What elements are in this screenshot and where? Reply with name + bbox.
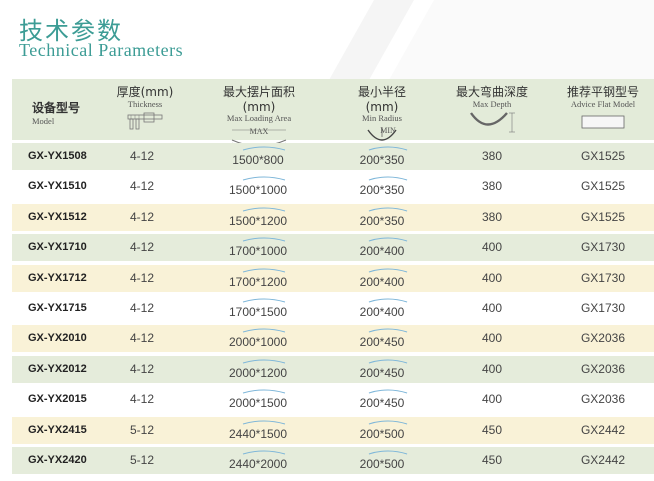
curve-decoration — [368, 420, 408, 424]
curve-decoration — [368, 176, 408, 181]
model-cell: GX-YX1510 — [28, 180, 87, 193]
curve-decoration — [368, 328, 408, 333]
curve-decoration — [242, 450, 286, 455]
table-row: GX-YX2420 5-12 2440*2000 200*500 450 GX2442 — [12, 446, 654, 474]
flat-model-cell: GX2442 — [580, 452, 626, 467]
table-row: GX-YX1508 4-12 1500*800 200*350 380 GX1525 — [12, 143, 654, 170]
flat-model-cell: GX1525 — [580, 179, 626, 194]
model-cell: GX-YX2420 — [28, 453, 87, 466]
background-slash — [329, 0, 654, 80]
model-cell: GX-YX2015 — [28, 393, 87, 406]
thickness-cell: 4-12 — [130, 392, 155, 407]
depth-cell: 400 — [481, 361, 503, 376]
parameters-table: 设备型号 Model 厚度(mm) Thickness 最大摆片面积(mm) M… — [12, 79, 654, 477]
thickness-cell: 4-12 — [130, 209, 155, 224]
thickness-cell: 4-12 — [130, 300, 155, 315]
model-cell: GX-YX2012 — [28, 362, 87, 375]
depth-cell: 400 — [481, 270, 503, 285]
table-body: GX-YX1508 4-12 1500*800 200*350 380 GX1525 GX-… — [12, 143, 654, 474]
depth-icon — [470, 112, 515, 133]
flat-model-cell: GX2036 — [580, 361, 626, 376]
svg-text:MIN: MIN — [380, 126, 396, 135]
depth-cell: 400 — [481, 392, 503, 407]
table-row: GX-YX2015 4-12 2000*1500 200*450 400 GX2036 — [12, 386, 654, 414]
curve-decoration — [242, 146, 286, 151]
depth-cell: 400 — [481, 331, 503, 346]
curve-decoration — [242, 207, 286, 212]
model-cell: GX-YX1710 — [28, 241, 87, 254]
flat-model-cell: GX1730 — [580, 270, 626, 285]
thickness-cell: 4-12 — [130, 149, 155, 163]
depth-cell: 400 — [481, 300, 503, 315]
flat-model-cell: GX2442 — [580, 422, 626, 437]
curve-decoration — [242, 389, 286, 394]
header-area: 最大摆片面积(mm) Max Loading Area MAX — [208, 79, 310, 150]
table-row: GX-YX1512 4-12 1500*1200 200*350 380 GX1525 — [12, 203, 654, 231]
depth-cell: 400 — [481, 240, 503, 255]
header-thickness: 厚度(mm) Thickness — [110, 79, 180, 140]
table-row: GX-YX1712 4-12 1700*1200 200*400 400 GX1730 — [12, 264, 654, 292]
model-cell: GX-YX1712 — [28, 271, 87, 284]
curve-decoration — [242, 237, 286, 242]
thickness-cell: 4-12 — [130, 361, 155, 376]
depth-cell: 380 — [481, 179, 503, 194]
header-model: 设备型号 Model — [32, 101, 81, 126]
flat-model-cell: GX1730 — [580, 240, 626, 255]
header-depth: 最大弯曲深度 Max Depth — [452, 79, 532, 140]
flat-model-cell: GX1525 — [580, 149, 626, 163]
header-flat: 推荐平钢型号 Advice Flat Model — [558, 79, 648, 140]
curve-decoration — [242, 420, 286, 424]
thickness-cell: 5-12 — [130, 452, 155, 467]
depth-cell: 450 — [481, 422, 503, 437]
curve-decoration — [242, 359, 286, 364]
thickness-cell: 4-12 — [130, 331, 155, 346]
table-row: GX-YX1710 4-12 1700*1000 200*400 400 GX1730 — [12, 234, 654, 262]
model-cell: GX-YX2415 — [28, 423, 87, 436]
model-cell: GX-YX1508 — [28, 150, 87, 162]
curve-decoration — [242, 298, 286, 303]
thickness-cell: 4-12 — [130, 179, 155, 194]
header-radius: 最小半径(mm) Min Radius MIN — [342, 79, 422, 141]
depth-cell: 380 — [481, 149, 503, 163]
model-cell: GX-YX2010 — [28, 332, 87, 345]
thickness-cell: 4-12 — [130, 270, 155, 285]
model-cell: GX-YX1715 — [28, 301, 87, 314]
thickness-cell: 5-12 — [130, 422, 155, 437]
curve-decoration — [368, 268, 408, 273]
curve-decoration — [368, 237, 408, 242]
table-row: GX-YX1715 4-12 1700*1500 200*400 400 GX1730 — [12, 294, 654, 322]
depth-cell: 450 — [481, 452, 503, 467]
curve-decoration — [368, 146, 408, 151]
curve-decoration — [242, 328, 286, 333]
curve-decoration — [368, 298, 408, 303]
model-cell: GX-YX1512 — [28, 210, 87, 223]
page-title-en: Technical Parameters — [19, 40, 184, 60]
curve-decoration — [368, 207, 408, 212]
curve-decoration — [368, 389, 408, 394]
flat-model-cell: GX2036 — [580, 392, 626, 407]
table-row: GX-YX2415 5-12 2440*1500 200*500 450 GX2442 — [12, 416, 654, 444]
flat-model-cell: GX1525 — [580, 209, 626, 224]
curve-decoration — [368, 359, 408, 364]
flat-model-cell: GX1730 — [580, 300, 626, 315]
flat-model-cell: GX2036 — [580, 331, 626, 346]
caliper-icon — [127, 112, 163, 130]
thickness-cell: 4-12 — [130, 240, 155, 255]
curve-decoration — [368, 450, 408, 455]
depth-cell: 380 — [481, 209, 503, 224]
curve-decoration — [242, 176, 286, 181]
svg-text:MAX: MAX — [250, 127, 269, 136]
flat-sheet-icon — [581, 115, 625, 129]
table-row: GX-YX2010 4-12 2000*1000 200*450 400 GX2036 — [12, 325, 654, 353]
table-row: GX-YX1510 4-12 1500*1000 200*350 380 GX1525 — [12, 173, 654, 201]
curve-decoration — [242, 268, 286, 273]
table-row: GX-YX2012 4-12 2000*1200 200*450 400 GX2036 — [12, 355, 654, 383]
table-header: 设备型号 Model 厚度(mm) Thickness 最大摆片面积(mm) M… — [12, 79, 654, 150]
